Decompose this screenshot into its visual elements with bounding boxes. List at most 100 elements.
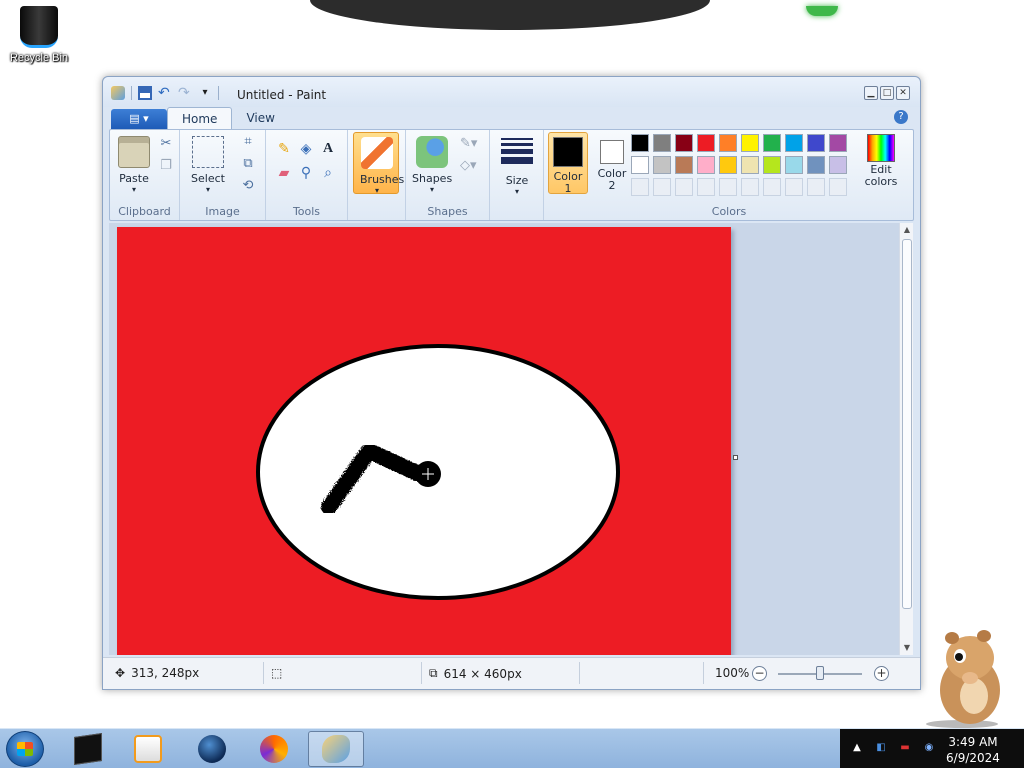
- canvas-resize-handle[interactable]: [733, 455, 738, 460]
- vertical-scrollbar[interactable]: ▲ ▼: [899, 223, 913, 655]
- clock-date: 6/9/2024: [946, 751, 1000, 765]
- palette-swatch[interactable]: [675, 156, 693, 174]
- minimize-button[interactable]: ▁: [864, 86, 878, 100]
- paste-button[interactable]: Paste ▾: [116, 136, 152, 194]
- palette-swatch[interactable]: [807, 134, 825, 152]
- taskbar-item-terminal[interactable]: [60, 731, 116, 767]
- taskbar-item-globe[interactable]: [184, 731, 240, 767]
- palette-swatch[interactable]: [741, 134, 759, 152]
- group-label-shapes: Shapes: [427, 205, 468, 218]
- palette-swatch-empty[interactable]: [697, 178, 715, 196]
- palette-swatch-empty[interactable]: [807, 178, 825, 196]
- canvas-drawing: [256, 344, 620, 600]
- hamster-desktop-pet[interactable]: [922, 624, 1014, 728]
- palette-swatch-empty[interactable]: [719, 178, 737, 196]
- magnifier-icon[interactable]: ⌕: [318, 162, 338, 182]
- crop-icon[interactable]: ⌗: [240, 134, 256, 150]
- fill-icon[interactable]: ◈: [296, 138, 316, 158]
- rotate-icon[interactable]: ⟲: [240, 178, 256, 194]
- palette-swatch[interactable]: [807, 156, 825, 174]
- palette-swatch-empty[interactable]: [785, 178, 803, 196]
- palette-swatch[interactable]: [719, 134, 737, 152]
- shapes-button[interactable]: Shapes ▾: [412, 136, 452, 194]
- drawing-canvas[interactable]: [117, 227, 731, 655]
- palette-swatch[interactable]: [653, 156, 671, 174]
- title-bar[interactable]: ↶ ↷ ▾ Untitled - Paint ▁ □ ✕: [103, 77, 920, 107]
- clock[interactable]: 3:49 AM 6/9/2024: [936, 734, 1010, 766]
- text-icon[interactable]: A: [318, 138, 338, 158]
- resize-icon[interactable]: ⧉: [240, 156, 256, 172]
- help-icon[interactable]: ?: [894, 110, 908, 124]
- save-icon[interactable]: [138, 86, 152, 100]
- scroll-thumb[interactable]: [902, 239, 912, 609]
- pencil-icon[interactable]: ✎: [274, 138, 294, 158]
- palette-swatch-empty[interactable]: [653, 178, 671, 196]
- palette-swatch[interactable]: [631, 156, 649, 174]
- cursor-position-icon: ✥: [115, 666, 126, 680]
- palette-swatch[interactable]: [697, 134, 715, 152]
- palette-swatch[interactable]: [763, 156, 781, 174]
- show-hidden-icons-icon[interactable]: ▲: [850, 741, 864, 755]
- palette-swatch[interactable]: [697, 156, 715, 174]
- firefox-icon: [260, 735, 288, 763]
- palette-swatch-empty[interactable]: [741, 178, 759, 196]
- file-menu-button[interactable]: ▤ ▾: [111, 109, 167, 129]
- network-icon[interactable]: ◉: [922, 741, 936, 755]
- scroll-up-icon[interactable]: ▲: [900, 223, 914, 237]
- tab-view[interactable]: View: [232, 107, 288, 129]
- qat-separator: [218, 86, 219, 100]
- palette-swatch[interactable]: [763, 134, 781, 152]
- close-button[interactable]: ✕: [896, 86, 910, 100]
- palette-swatch[interactable]: [741, 156, 759, 174]
- eraser-icon[interactable]: ▰: [274, 162, 294, 182]
- select-label: Select: [191, 172, 225, 185]
- taskbar-item-media[interactable]: [120, 731, 176, 767]
- taskbar-item-firefox[interactable]: [246, 731, 302, 767]
- palette-swatch[interactable]: [675, 134, 693, 152]
- outline-icon[interactable]: ✎▾: [460, 136, 477, 152]
- palette-swatch-empty[interactable]: [763, 178, 781, 196]
- palette-swatch[interactable]: [653, 134, 671, 152]
- window-title: Untitled - Paint: [237, 88, 327, 102]
- flag-icon[interactable]: ▬: [898, 741, 912, 755]
- cut-icon[interactable]: ✂: [158, 136, 174, 152]
- globe-icon: [198, 735, 226, 763]
- shapes-icon: [416, 136, 448, 168]
- palette-swatch[interactable]: [631, 134, 649, 152]
- palette-swatch[interactable]: [829, 134, 847, 152]
- select-button[interactable]: Select ▾: [190, 136, 226, 194]
- taskbar-item-paint[interactable]: [308, 731, 364, 767]
- top-dock: [310, 0, 838, 30]
- undo-icon[interactable]: ↶: [158, 86, 172, 100]
- palette-swatch-empty[interactable]: [829, 178, 847, 196]
- palette-swatch[interactable]: [829, 156, 847, 174]
- scroll-down-icon[interactable]: ▼: [900, 641, 914, 655]
- palette-swatch-empty[interactable]: [675, 178, 693, 196]
- security-icon[interactable]: ◧: [874, 741, 888, 755]
- size-button[interactable]: Size ▾: [498, 138, 536, 196]
- palette-swatch[interactable]: [719, 156, 737, 174]
- color-picker-icon[interactable]: ⚲: [296, 162, 316, 182]
- tab-home[interactable]: Home: [167, 107, 233, 129]
- palette-swatch[interactable]: [785, 134, 803, 152]
- color1-button[interactable]: Color 1: [548, 132, 588, 195]
- cursor-position-text: 313, 248px: [131, 666, 200, 680]
- paint-app-icon[interactable]: [111, 86, 125, 100]
- edit-colors-button[interactable]: Edit colors: [856, 134, 906, 196]
- zoom-out-button[interactable]: −: [752, 666, 767, 681]
- color2-button[interactable]: Color 2: [592, 132, 632, 194]
- fill-shape-icon[interactable]: ◇▾: [460, 158, 477, 174]
- shapes-dropdown-icon: ▾: [429, 185, 434, 194]
- copy-icon[interactable]: ❐: [158, 158, 174, 174]
- cursor-position: ✥ 313, 248px: [115, 666, 199, 680]
- palette-swatch[interactable]: [785, 156, 803, 174]
- palette-swatch-empty[interactable]: [631, 178, 649, 196]
- zoom-in-button[interactable]: +: [874, 666, 889, 681]
- maximize-button[interactable]: □: [880, 86, 894, 100]
- redo-icon[interactable]: ↷: [178, 86, 192, 100]
- start-button[interactable]: [6, 731, 44, 767]
- customize-qat-icon[interactable]: ▾: [198, 86, 212, 100]
- group-clipboard: Paste ▾ ✂ ❐ Clipboard: [110, 130, 180, 220]
- desktop-icon-recycle-bin[interactable]: Recycle Bin: [6, 6, 72, 64]
- zoom-slider-thumb[interactable]: [816, 666, 824, 680]
